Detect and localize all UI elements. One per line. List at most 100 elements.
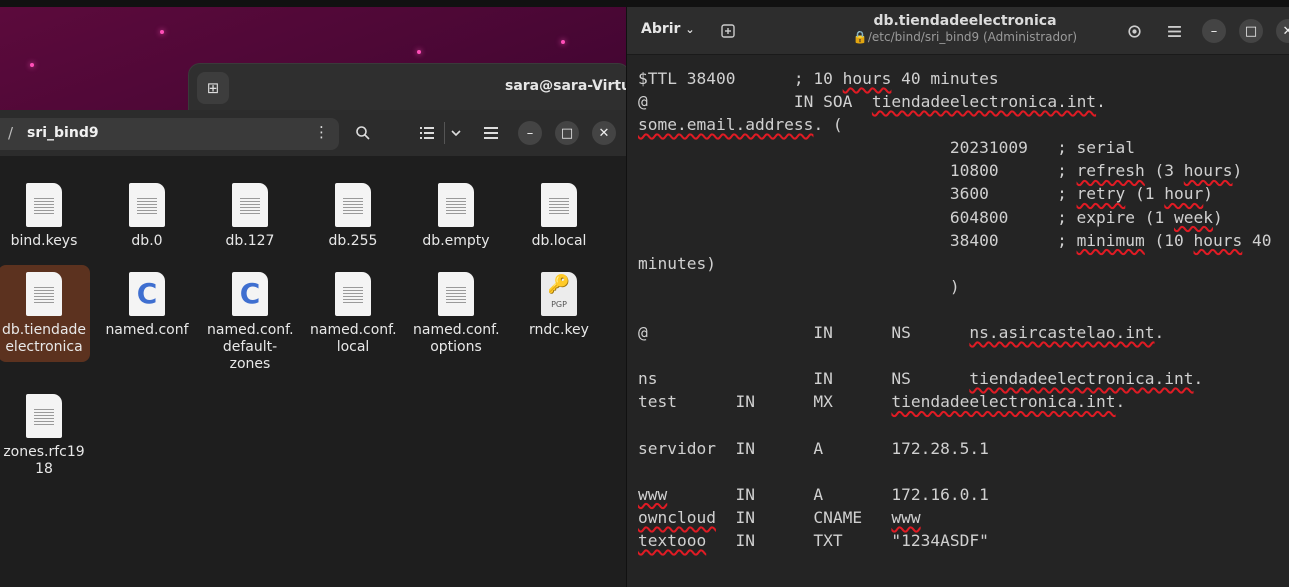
wallpaper-sparkle	[160, 30, 164, 34]
file-item[interactable]: db.127	[204, 183, 296, 250]
code-line: owncloud IN CNAME www	[638, 506, 1272, 529]
maximize-icon: □	[1244, 23, 1258, 39]
file-name: rndc.key	[529, 322, 589, 338]
text-file-icon	[232, 183, 268, 227]
code-line: textooo IN TXT "1234ASDF"	[638, 529, 1272, 552]
code-text: IN CNAME	[715, 507, 892, 527]
code-text: 40 minutes	[891, 69, 999, 88]
file-name: db.local	[531, 233, 587, 249]
code-line: test IN MX tiendadeelectronica.int.	[638, 390, 1272, 413]
chevron-down-icon: ⌄	[685, 23, 695, 36]
hamburger-menu-icon[interactable]	[1164, 21, 1184, 41]
code-text: @ IN NS	[638, 323, 970, 343]
current-folder-label[interactable]: sri_bind9	[27, 125, 99, 141]
folder-menu-icon[interactable]: ⋮	[314, 123, 329, 141]
new-tab-button[interactable]: ⊞	[197, 72, 229, 104]
file-name: db.255	[328, 233, 378, 249]
misspelled-word: tiendadeelectronica.int	[969, 369, 1194, 389]
misspelled-word: hours	[1193, 230, 1243, 250]
misspelled-word: week	[1174, 207, 1213, 227]
minimize-button[interactable]: –	[518, 121, 542, 145]
misspelled-word: tiendadeelectronica.int	[871, 92, 1097, 112]
file-name: named.conf. local	[310, 322, 397, 355]
text-file-icon	[26, 272, 62, 316]
close-button[interactable]: ✕	[1276, 19, 1289, 43]
code-text: )	[1203, 184, 1214, 204]
file-name: named.conf. options	[413, 322, 500, 355]
editor-header: Abrir ⌄ db.tiendadeelectronica 🔒/etc/bin…	[627, 7, 1289, 55]
misspelled-word: retry	[1076, 184, 1126, 204]
c-source-file-icon: C	[232, 272, 268, 316]
code-text: test IN MX	[638, 392, 892, 412]
new-tab-icon: ⊞	[206, 79, 220, 97]
code-line: @ IN NS ns.asircastelao.int.	[638, 321, 1272, 344]
chevron-down-icon[interactable]	[444, 122, 467, 144]
code-text: 40	[1242, 230, 1272, 250]
file-item[interactable]: named.conf. options	[410, 272, 502, 356]
text-editor-window[interactable]: Abrir ⌄ db.tiendadeelectronica 🔒/etc/bin…	[626, 7, 1289, 587]
file-manager-window[interactable]: / sri_bind9 ⋮ – □ ✕ bind.keys db.0 db.12…	[0, 110, 626, 587]
c-source-file-icon: C	[129, 272, 165, 316]
wallpaper-sparkle	[417, 50, 421, 54]
minimize-icon: –	[1210, 23, 1218, 39]
close-button[interactable]: ✕	[592, 121, 616, 145]
misspelled-word: owncloud	[638, 507, 716, 527]
file-name: db.empty	[422, 233, 490, 249]
file-item[interactable]: 🔑 PGP rndc.key	[513, 272, 605, 339]
hamburger-menu-icon[interactable]	[480, 122, 502, 144]
code-text: 20231009 ; serial	[638, 138, 1136, 158]
code-line: 10800 ; refresh (3 hours)	[638, 159, 1272, 182]
file-item[interactable]: named.conf. local	[307, 272, 399, 356]
text-file-icon	[26, 183, 62, 227]
maximize-button[interactable]: □	[1239, 19, 1263, 43]
text-file-icon	[26, 394, 62, 438]
key-file-icon: 🔑 PGP	[541, 272, 577, 316]
file-name: named.conf	[105, 322, 189, 338]
file-item[interactable]: bind.keys	[0, 183, 90, 250]
file-item[interactable]: db.local	[513, 183, 605, 250]
settings-icon[interactable]	[1124, 21, 1144, 41]
document-path: 🔒/etc/bind/sri_bind9 (Administrador)	[852, 30, 1078, 44]
minimize-button[interactable]: –	[1202, 19, 1226, 43]
code-text: .	[1096, 92, 1106, 112]
code-line: 20231009 ; serial	[638, 136, 1272, 159]
file-name: zones.rfc19 18	[3, 444, 85, 477]
file-item[interactable]: C named.conf. default-zones	[204, 272, 296, 373]
maximize-icon: □	[560, 125, 574, 141]
lock-icon: 🔒	[852, 30, 868, 44]
wallpaper-sparkle	[30, 63, 34, 67]
path-bar[interactable]: / sri_bind9 ⋮	[0, 118, 339, 150]
code-line: minutes)	[638, 252, 1272, 275]
file-item[interactable]: zones.rfc19 18	[0, 394, 90, 478]
misspelled-word: some.email.address	[638, 115, 814, 135]
code-text: 10800 ;	[638, 161, 1077, 181]
search-icon[interactable]	[351, 123, 375, 143]
misspelled-word: hours	[1183, 161, 1233, 181]
file-name: named.conf. default-zones	[207, 322, 294, 372]
code-line: servidor IN A 172.28.5.1	[638, 437, 1272, 460]
code-area[interactable]: $TTL 38400 ; 10 hours 40 minutes @ IN SOA…	[638, 67, 1272, 552]
open-button[interactable]: Abrir ⌄	[641, 21, 695, 37]
maximize-button[interactable]: □	[555, 121, 579, 145]
misspelled-word: tiendadeelectronica.int	[891, 392, 1116, 412]
file-item[interactable]: db.empty	[410, 183, 502, 250]
file-item[interactable]: C named.conf	[101, 272, 193, 339]
code-text: 604800 ; expire (1	[638, 207, 1175, 227]
file-item[interactable]: db.0	[101, 183, 193, 250]
code-text: (1	[1125, 184, 1165, 204]
minimize-icon: –	[526, 125, 534, 141]
misspelled-word: ns.asircastelao.int	[969, 323, 1155, 343]
misspelled-word: hour	[1164, 184, 1204, 204]
code-text: 38400 ;	[638, 230, 1077, 250]
list-view-icon[interactable]	[416, 122, 438, 144]
new-document-icon[interactable]	[719, 22, 737, 40]
code-line: 3600 ; retry (1 hour)	[638, 182, 1272, 205]
code-text: @ IN SOA	[638, 92, 872, 112]
code-line: $TTL 38400 ; 10 hours 40 minutes	[638, 67, 1272, 90]
file-item-selected[interactable]: db.tiendade electronica	[0, 265, 90, 362]
file-item[interactable]: db.255	[307, 183, 399, 250]
text-file-icon	[438, 183, 474, 227]
text-file-icon	[335, 272, 371, 316]
